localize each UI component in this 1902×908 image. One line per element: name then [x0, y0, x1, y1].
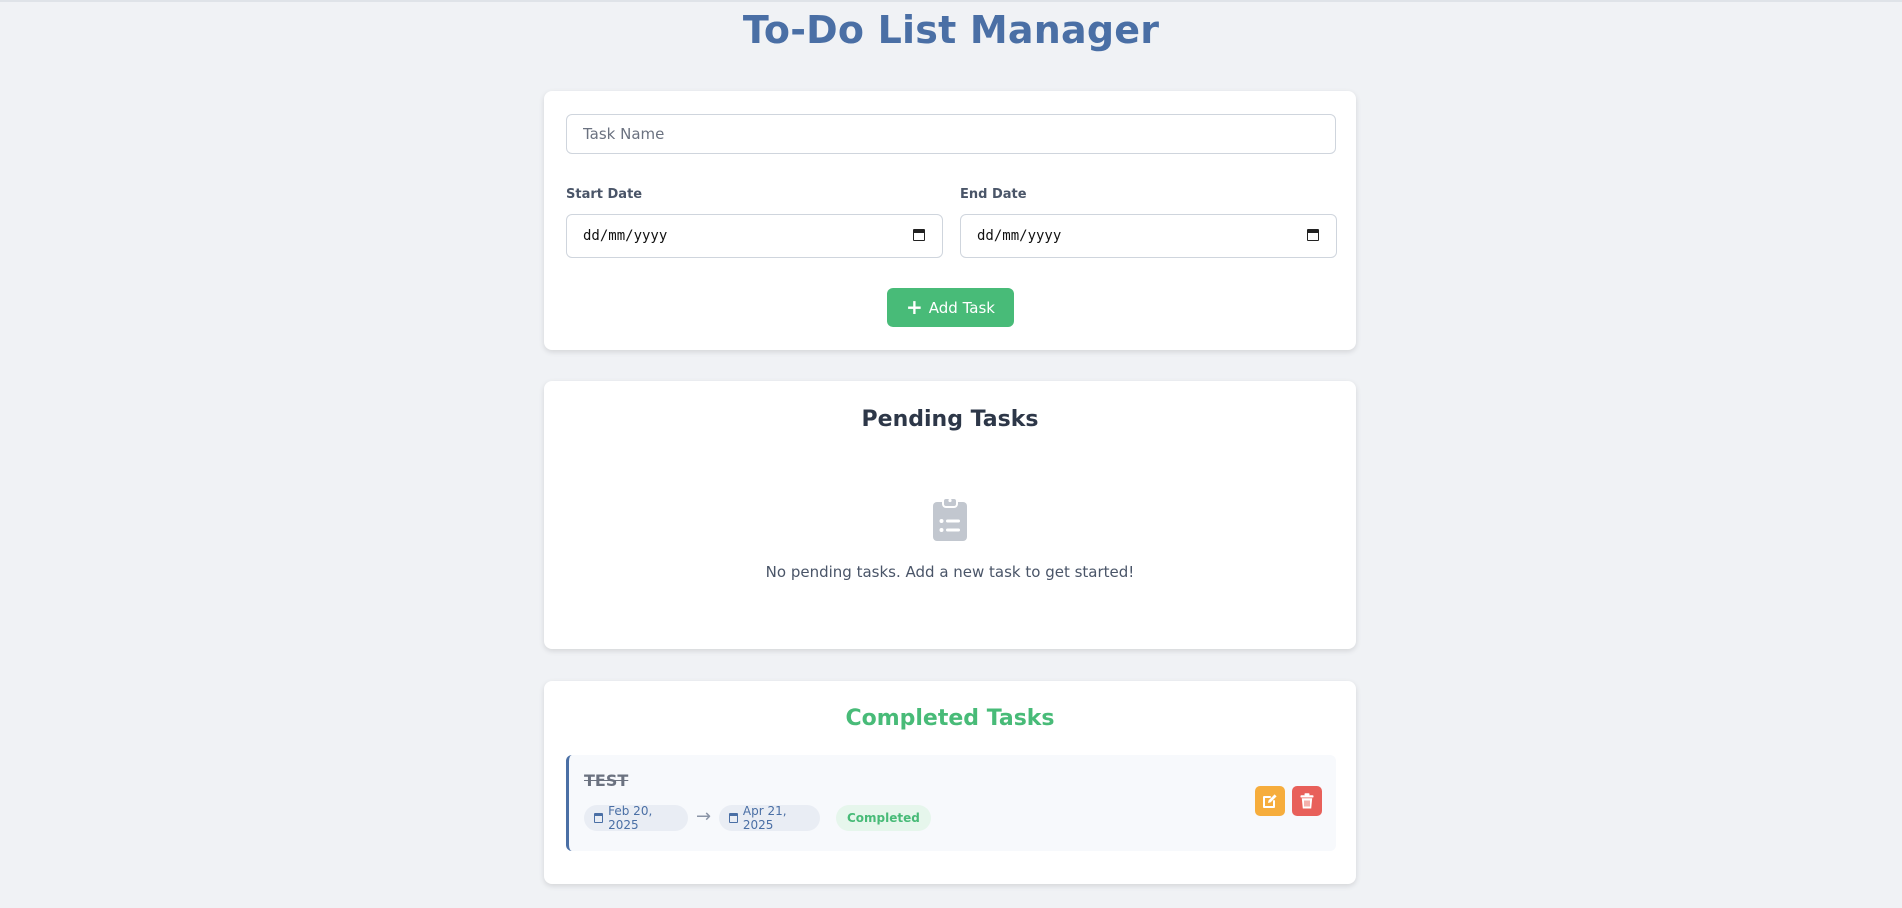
start-date-value: dd/mm/yyyy	[583, 228, 668, 244]
trash-icon	[1300, 793, 1314, 809]
completed-tasks-title: Completed Tasks	[845, 706, 1055, 731]
start-date-label: Start Date	[566, 187, 643, 202]
task-name: TEST	[584, 771, 629, 790]
add-task-label: Add Task	[928, 298, 995, 317]
end-date-label: End Date	[960, 187, 1027, 202]
edit-icon	[1263, 794, 1277, 808]
calendar-icon	[594, 813, 604, 823]
task-end-date: Apr 21, 2025	[742, 804, 787, 832]
task-start-date: Feb 20, 2025	[608, 804, 653, 832]
clipboard-list-icon	[933, 497, 967, 541]
arrow-right-icon: →	[696, 806, 712, 827]
end-date-input[interactable]: dd/mm/yyyy	[960, 214, 1337, 258]
completed-task-item[interactable]: TEST Feb 20, 2025 → Apr 21, 2025 Complet…	[566, 755, 1336, 851]
start-date-chip: Feb 20, 2025	[584, 804, 688, 832]
edit-task-button[interactable]	[1255, 786, 1285, 816]
calendar-icon[interactable]	[1307, 229, 1319, 241]
completed-tasks-card: Completed Tasks TEST Feb 20, 2025 → Apr …	[544, 681, 1356, 884]
calendar-check-icon	[729, 813, 738, 823]
page-title: To-Do List Manager	[742, 8, 1160, 52]
top-border	[0, 0, 1902, 2]
add-task-button[interactable]: + Add Task	[887, 288, 1014, 327]
add-task-card: Start Date End Date dd/mm/yyyy dd/mm/yyy…	[544, 91, 1356, 350]
empty-state-message: No pending tasks. Add a new task to get …	[765, 563, 1135, 581]
status-badge: Completed	[836, 805, 931, 831]
delete-task-button[interactable]	[1292, 786, 1322, 816]
pending-tasks-card: Pending Tasks No pending tasks. Add a ne…	[544, 381, 1356, 649]
pending-tasks-title: Pending Tasks	[861, 407, 1039, 432]
start-date-input[interactable]: dd/mm/yyyy	[566, 214, 943, 258]
plus-icon: +	[906, 294, 923, 319]
end-date-chip: Apr 21, 2025	[719, 804, 820, 832]
task-name-input[interactable]	[566, 114, 1336, 154]
end-date-value: dd/mm/yyyy	[977, 228, 1062, 244]
calendar-icon[interactable]	[913, 229, 925, 241]
